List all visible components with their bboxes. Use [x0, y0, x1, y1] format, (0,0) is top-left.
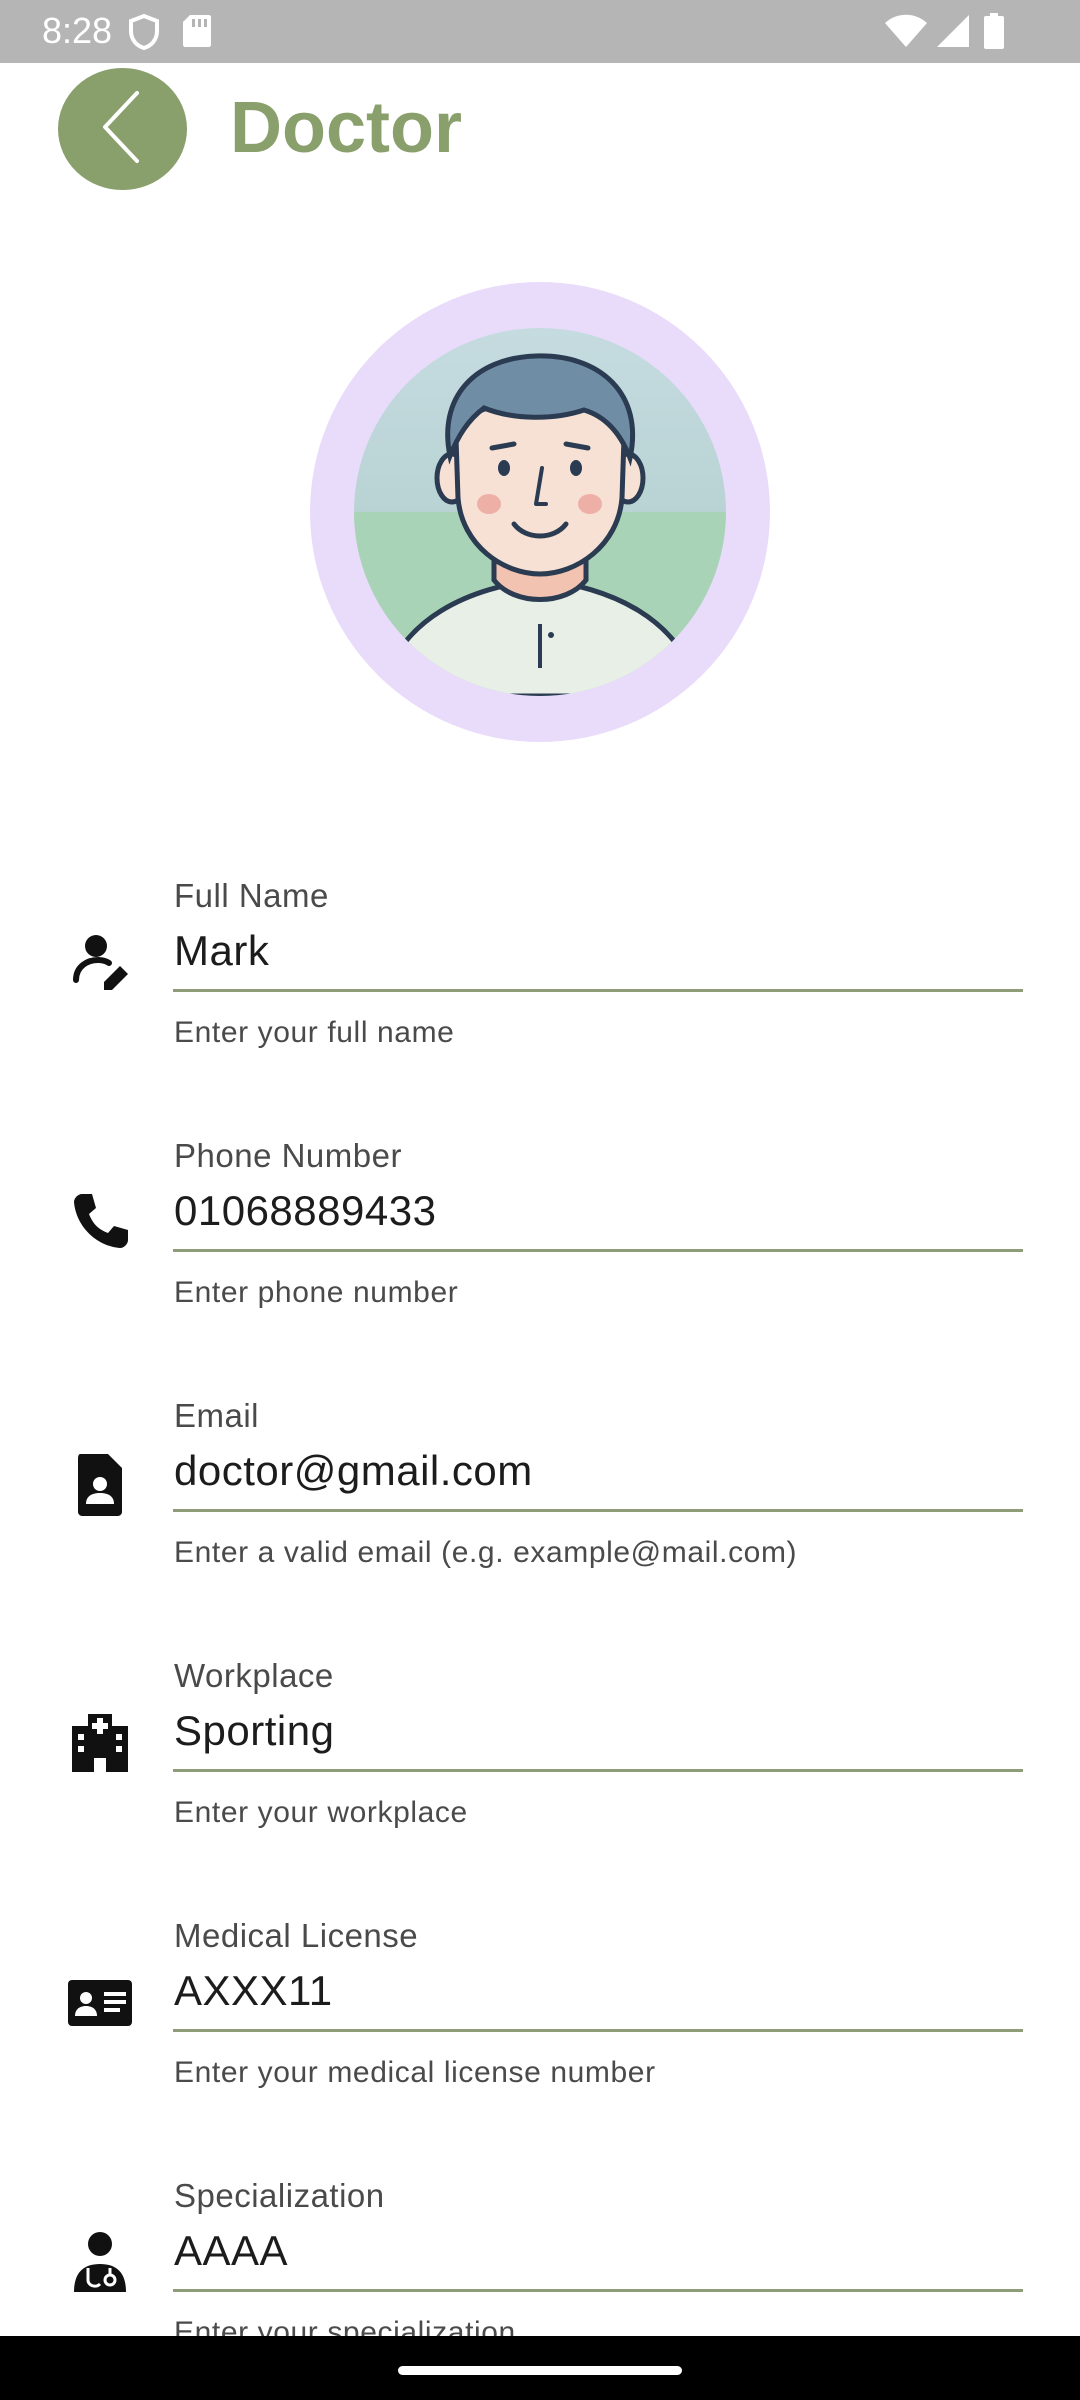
phone-number-underline [173, 1249, 1023, 1252]
avatar[interactable] [310, 282, 770, 742]
phone-number-helper: Enter phone number [174, 1276, 459, 1309]
cellular-signal-icon [936, 14, 970, 53]
workplace-label: Workplace [174, 1657, 334, 1694]
medical-license-input[interactable]: AXXX11 [174, 1966, 333, 2016]
email-underline [173, 1509, 1023, 1512]
full-name-helper: Enter your full name [174, 1016, 455, 1049]
full-name-label: Full Name [174, 877, 329, 914]
phone-number-input[interactable]: 01068889433 [174, 1186, 436, 1236]
battery-icon [984, 13, 1004, 54]
workplace-field[interactable]: Workplace Sporting Enter your workplace [0, 1656, 1080, 1876]
workplace-helper: Enter your workplace [174, 1796, 468, 1829]
back-button[interactable] [58, 68, 187, 190]
screen: 8:28 Doctor Full Name Mark Enter your fu… [0, 0, 1080, 2400]
phone-number-label: Phone Number [174, 1137, 402, 1174]
status-bar: 8:28 [0, 0, 1080, 63]
specialization-underline [173, 2289, 1023, 2292]
doctor-avatar-image [354, 328, 726, 696]
person-edit-icon [66, 928, 134, 996]
sd-card-icon [182, 14, 212, 53]
workplace-input[interactable]: Sporting [174, 1706, 334, 1756]
hospital-icon [66, 1708, 134, 1776]
specialization-label: Specialization [174, 2177, 385, 2214]
medical-license-underline [173, 2029, 1023, 2032]
email-field[interactable]: Email doctor@gmail.com Enter a valid ema… [0, 1396, 1080, 1616]
full-name-underline [173, 989, 1023, 992]
email-input[interactable]: doctor@gmail.com [174, 1446, 533, 1496]
chevron-left-icon [93, 87, 153, 172]
contact-document-icon [66, 1450, 134, 1518]
email-label: Email [174, 1397, 260, 1434]
home-gesture-handle[interactable] [398, 2366, 682, 2375]
phone-number-field[interactable]: Phone Number 01068889433 Enter phone num… [0, 1136, 1080, 1356]
shield-icon [128, 13, 160, 55]
medical-license-helper: Enter your medical license number [174, 2056, 656, 2089]
medical-license-label: Medical License [174, 1917, 419, 1954]
full-name-field[interactable]: Full Name Mark Enter your full name [0, 876, 1080, 1096]
email-helper: Enter a valid email (e.g. example@mail.c… [174, 1536, 798, 1569]
id-card-icon [66, 1968, 134, 2036]
phone-icon [66, 1186, 134, 1254]
page-title: Doctor [230, 88, 462, 168]
workplace-underline [173, 1769, 1023, 1772]
doctor-stethoscope-icon [66, 2228, 134, 2296]
wifi-icon [884, 14, 928, 53]
medical-license-field[interactable]: Medical License AXXX11 Enter your medica… [0, 1916, 1080, 2136]
status-time: 8:28 [42, 10, 113, 51]
full-name-input[interactable]: Mark [174, 926, 269, 976]
specialization-input[interactable]: AAAA [174, 2226, 288, 2276]
